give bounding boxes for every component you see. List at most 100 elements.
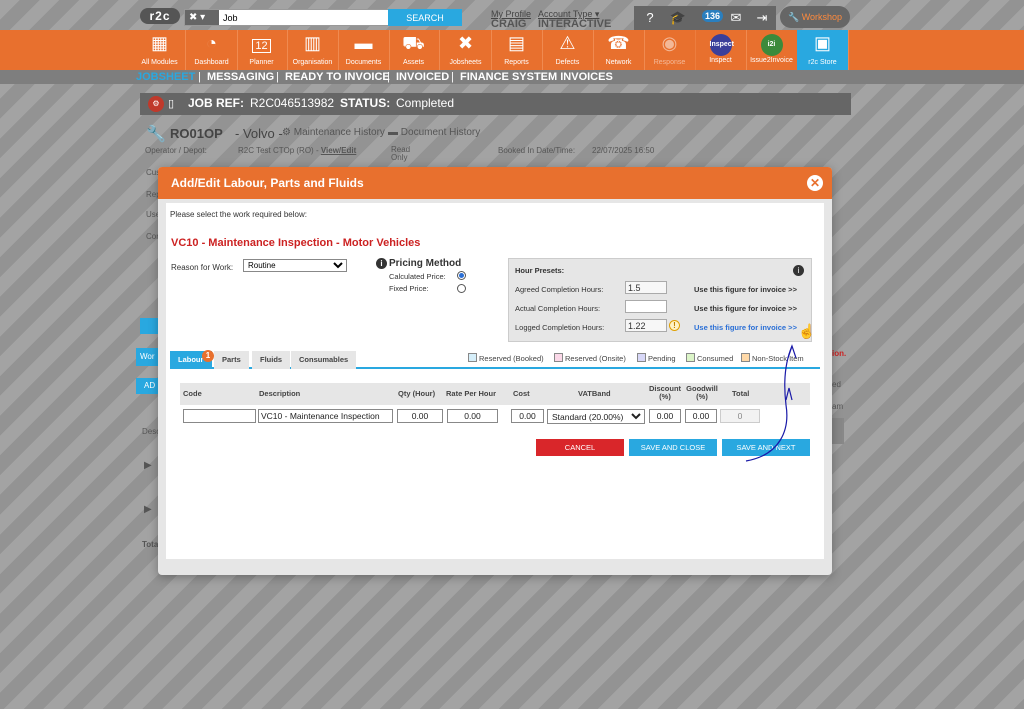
module-reports[interactable]: ▤ Reports: [491, 30, 543, 70]
module-label: Defects: [555, 59, 580, 66]
cancel-button[interactable]: CANCEL: [536, 439, 624, 456]
col-description: Description: [259, 389, 301, 398]
obscured-label: ed: [832, 380, 841, 389]
expand-arrow-icon[interactable]: ▶: [144, 504, 152, 515]
job-status-icon[interactable]: ⚙: [148, 96, 164, 112]
info-icon[interactable]: i: [793, 265, 804, 276]
booked-in-value: 22/07/2025 16:50: [592, 146, 655, 155]
subnav-messaging[interactable]: MESSAGING: [207, 70, 274, 84]
expand-arrow-icon[interactable]: ▶: [144, 460, 152, 471]
legend-pending: Pending: [637, 353, 676, 363]
operator-label: Operator / Depot:: [145, 146, 207, 155]
subnav-jobsheet[interactable]: JOBSHEET: [136, 70, 195, 84]
close-icon[interactable]: ✕: [807, 175, 823, 191]
module-dashboard[interactable]: ◔ Dashboard: [186, 30, 238, 70]
logout-icon[interactable]: ⇥: [752, 9, 772, 27]
labour-table-header: Code Description Qty (Hour) Rate Per Hou…: [180, 383, 810, 405]
legend-swatch: [554, 353, 563, 362]
module-defects[interactable]: ⚠ Defects: [542, 30, 594, 70]
view-edit-link[interactable]: View/Edit: [321, 146, 356, 155]
calculated-price-radio[interactable]: [457, 271, 466, 280]
module-issue2invoice[interactable]: i2i Issue2Invoice: [746, 30, 798, 70]
job-ref-label: JOB REF:: [188, 96, 245, 110]
tab-label: Parts: [222, 355, 241, 364]
vatband-select[interactable]: Standard (20.00%): [547, 409, 645, 424]
store-icon: ▣: [813, 33, 831, 53]
work-prompt: Please select the work required below:: [170, 210, 307, 219]
module-planner[interactable]: 12 Planner: [236, 30, 288, 70]
col-cost: Cost: [513, 389, 530, 398]
col-total: Total: [732, 389, 750, 398]
search-button[interactable]: SEARCH: [388, 9, 462, 26]
subnav-ready-to-invoice[interactable]: READY TO INVOICE: [285, 70, 390, 84]
tab-fluids[interactable]: Fluids: [252, 351, 291, 369]
legend-label: Reserved (Booked): [479, 354, 544, 363]
save-and-close-button[interactable]: SAVE AND CLOSE: [629, 439, 717, 456]
legend-swatch: [468, 353, 477, 362]
document-history-link[interactable]: ▬ Document History: [388, 127, 480, 138]
calendar-icon: 12: [236, 30, 287, 58]
search-input[interactable]: [221, 10, 387, 25]
subnav-finance-system-invoices[interactable]: FINANCE SYSTEM INVOICES: [460, 70, 613, 84]
notification-badge[interactable]: 136: [702, 10, 724, 22]
fixed-price-radio[interactable]: [457, 284, 466, 293]
modal-header: Add/Edit Labour, Parts and Fluids ✕: [158, 167, 832, 199]
col-qty: Qty (Hour): [398, 389, 436, 398]
module-network[interactable]: ☎ Network: [593, 30, 645, 70]
warning-icon[interactable]: !: [669, 320, 680, 331]
cost-input[interactable]: [511, 409, 544, 423]
obscured-add-button[interactable]: AD: [136, 378, 160, 394]
hour-presets-title: Hour Presets:: [515, 266, 565, 275]
tab-label: Consumables: [299, 355, 349, 364]
account-type-block: Account Type ▾ INTERACTIVE: [538, 9, 611, 30]
module-assets[interactable]: ⛟ Assets: [388, 30, 440, 70]
logged-hours-input[interactable]: [625, 319, 667, 332]
message-icon[interactable]: ✉: [726, 9, 746, 27]
pdf-icon[interactable]: ▯: [168, 97, 174, 110]
graduation-cap-icon[interactable]: 🎓: [668, 9, 688, 27]
operator-name: R2C Test CTOp (RO) -: [238, 146, 319, 155]
tab-parts[interactable]: Parts: [214, 351, 249, 369]
module-response[interactable]: ◉ Response: [644, 30, 696, 70]
work-title: VC10 - Maintenance Inspection - Motor Ve…: [171, 237, 421, 249]
maintenance-history-link[interactable]: ⚙ Maintenance History: [282, 127, 385, 138]
module-documents[interactable]: ▬ Documents: [338, 30, 390, 70]
qty-input[interactable]: [397, 409, 443, 423]
help-icon[interactable]: ?: [640, 9, 660, 27]
rate-input[interactable]: [447, 409, 498, 423]
use-logged-figure-link[interactable]: Use this figure for invoice >>: [694, 323, 797, 332]
module-jobsheets[interactable]: ✖ Jobsheets: [440, 30, 492, 70]
response-icon: ◉: [661, 33, 678, 53]
workshop-button[interactable]: 🔧 Workshop: [780, 6, 850, 28]
wrench-icon: 🔧: [146, 126, 166, 143]
obscured-total-label: Tota: [142, 540, 159, 549]
module-all-modules[interactable]: ▦ All Modules: [134, 30, 186, 70]
reason-for-work-select[interactable]: Routine: [243, 259, 347, 272]
use-agreed-figure-link[interactable]: Use this figure for invoice >>: [694, 285, 797, 294]
actual-hours-input[interactable]: [625, 300, 667, 313]
hand-cursor-icon: ☝: [798, 323, 816, 339]
info-icon[interactable]: i: [376, 258, 387, 269]
code-input[interactable]: [183, 409, 256, 423]
tools-filter-icon[interactable]: ✖ ▾: [185, 10, 219, 25]
legend-non-stock-item: Non-Stock Item: [741, 353, 804, 363]
description-input[interactable]: [258, 409, 393, 423]
legend-label: Reserved (Onsite): [565, 354, 626, 363]
goodwill-input[interactable]: [685, 409, 717, 423]
subnav-invoiced[interactable]: INVOICED: [396, 70, 449, 84]
module-organisation[interactable]: ▥ Organisation: [287, 30, 339, 70]
operator-value: R2C Test CTOp (RO) - View/Edit: [238, 146, 356, 155]
vehicle-make: - Volvo -: [235, 126, 283, 141]
use-actual-figure-link[interactable]: Use this figure for invoice >>: [694, 304, 797, 313]
save-and-next-button[interactable]: SAVE AND NEXT: [722, 439, 810, 456]
i2i-icon: i2i: [760, 34, 783, 56]
module-r2c-store[interactable]: ▣ r2c Store: [797, 30, 849, 70]
discount-input[interactable]: [649, 409, 681, 423]
obscured-blue-button[interactable]: [140, 318, 160, 334]
module-inspect[interactable]: Inspect Inspect: [695, 30, 747, 70]
r2c-logo[interactable]: r2c: [140, 8, 180, 24]
tab-consumables[interactable]: Consumables: [291, 351, 357, 369]
agreed-hours-input[interactable]: [625, 281, 667, 294]
obscured-tab[interactable]: Wor: [136, 348, 160, 366]
status-value: Completed: [396, 96, 455, 110]
